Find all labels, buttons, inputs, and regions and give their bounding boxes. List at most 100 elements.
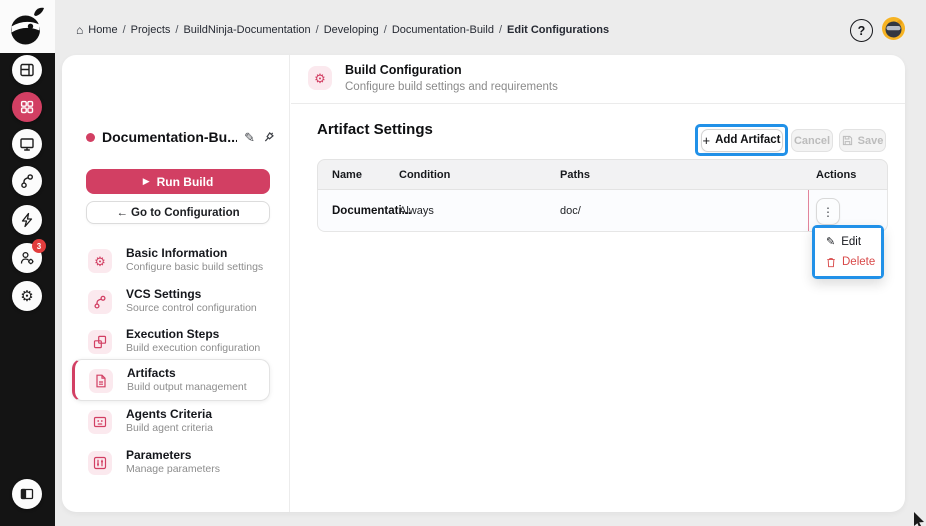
add-artifact-button[interactable]: + Add Artifact	[700, 128, 783, 152]
nav-item-vcs-settings[interactable]: VCS Settings Source control configuratio…	[72, 281, 270, 323]
rail-dashboard-button[interactable]	[12, 55, 42, 85]
rail-projects-button[interactable]	[12, 92, 42, 122]
logo-area	[0, 0, 55, 53]
rail-collapse-button[interactable]	[12, 479, 42, 509]
icon-rail: 3 ⚙	[0, 0, 55, 526]
user-gear-icon	[20, 251, 34, 265]
breadcrumb-home[interactable]: Home	[88, 24, 117, 36]
artifacts-chip	[89, 369, 113, 393]
nav-desc: Manage parameters	[126, 463, 220, 475]
nav-item-parameters[interactable]: Parameters Manage parameters	[72, 442, 270, 484]
execution-steps-chip	[88, 330, 112, 354]
rail-users-button[interactable]: 3	[12, 239, 46, 273]
vcs-settings-chip	[88, 290, 112, 314]
config-sidebar: Documentation-Bu... ✎ ▶ Run Build ← Go t…	[62, 55, 290, 512]
pin-icon[interactable]	[262, 130, 276, 144]
save-floppy-icon	[842, 135, 852, 146]
lightning-icon	[21, 212, 33, 228]
add-artifact-label: Add Artifact	[715, 134, 781, 146]
table-header: Name Condition Paths Actions	[317, 159, 888, 190]
column-header-actions: Actions	[816, 169, 857, 181]
edit-pencil-icon: ✎	[826, 235, 836, 248]
dashboard-icon	[20, 63, 34, 77]
run-build-button[interactable]: ▶ Run Build	[86, 169, 270, 194]
plus-icon: +	[702, 132, 711, 148]
header-divider	[291, 103, 905, 104]
cancel-label: Cancel	[793, 134, 831, 147]
nav-desc: Build execution configuration	[126, 342, 261, 354]
page-subtitle: Configure build settings and requirement…	[345, 81, 558, 93]
play-icon: ▶	[142, 176, 150, 186]
git-branch-icon	[21, 174, 34, 189]
page-title: Build Configuration	[345, 63, 462, 77]
breadcrumb-separator: /	[122, 24, 126, 36]
row-actions-menu-button[interactable]: ⋮	[816, 198, 840, 225]
section-title: Artifact Settings	[317, 121, 433, 138]
breadcrumb-developing[interactable]: Developing	[324, 24, 379, 36]
nav-item-basic-information[interactable]: ⚙ Basic Information Configure basic buil…	[72, 240, 270, 282]
column-header-paths: Paths	[560, 169, 590, 181]
breadcrumb-projects[interactable]: Projects	[131, 24, 171, 36]
artifacts-table: Name Condition Paths Actions Documentati…	[317, 159, 888, 232]
breadcrumb: ⌂ Home / Projects / BuildNinja-Documenta…	[76, 24, 609, 36]
cancel-button[interactable]: Cancel	[791, 129, 833, 152]
cell-artifact-paths: doc/	[560, 205, 581, 217]
app-logo-ninja-icon[interactable]	[8, 6, 46, 48]
gear-icon: ⚙	[20, 287, 34, 305]
home-icon: ⌂	[76, 23, 84, 37]
build-configuration-chip: ⚙	[308, 66, 332, 90]
gear-icon: ⚙	[314, 70, 326, 86]
save-label: Save	[857, 134, 884, 147]
build-configuration-name: Documentation-Bu...	[102, 129, 238, 145]
trash-icon	[827, 257, 835, 267]
edit-label: Edit	[841, 236, 862, 248]
delete-label: Delete	[842, 256, 876, 268]
breadcrumb-separator: /	[315, 24, 319, 36]
content-card: Documentation-Bu... ✎ ▶ Run Build ← Go t…	[62, 55, 905, 512]
agent-screen-icon	[93, 416, 107, 428]
cell-artifact-condition: Always	[399, 205, 434, 217]
rail-settings-button[interactable]: ⚙	[12, 281, 42, 311]
monitor-icon	[20, 138, 34, 151]
rail-builds-button[interactable]	[12, 205, 42, 235]
nav-label: Basic Information	[126, 246, 228, 260]
column-header-condition: Condition	[399, 169, 451, 181]
nav-desc: Configure basic build settings	[126, 261, 264, 273]
breadcrumb-edit-configurations[interactable]: Edit Configurations	[507, 24, 609, 36]
projects-grid-icon	[20, 100, 34, 114]
status-dot	[86, 132, 95, 142]
breadcrumb-buildninja-documentation[interactable]: BuildNinja-Documentation	[183, 24, 310, 36]
save-button[interactable]: Save	[839, 129, 886, 152]
nav-item-execution-steps[interactable]: Execution Steps Build execution configur…	[72, 321, 270, 363]
run-build-label: Run Build	[156, 174, 214, 189]
user-avatar[interactable]	[880, 15, 907, 42]
rail-changes-button[interactable]	[12, 166, 42, 196]
app-root: 3 ⚙ ⌂ Home / Projects / BuildNinja-Docum…	[0, 0, 926, 526]
nav-item-agents-criteria[interactable]: Agents Criteria Build agent criteria	[72, 401, 270, 443]
nav-label: Execution Steps	[126, 327, 220, 341]
collapse-panel-icon	[20, 488, 34, 500]
go-to-configuration-label: ← Go to Configuration	[116, 206, 240, 219]
help-button[interactable]: ?	[850, 19, 873, 42]
edit-name-pencil-icon[interactable]: ✎	[244, 131, 255, 144]
row-accent-line	[808, 190, 809, 231]
build-title-row: Documentation-Bu... ✎	[86, 127, 276, 147]
steps-bricks-icon	[93, 335, 107, 349]
mouse-cursor	[914, 512, 924, 526]
nav-label: VCS Settings	[126, 287, 202, 301]
rail-agents-button[interactable]	[12, 129, 42, 159]
column-header-name: Name	[332, 169, 362, 181]
parameters-chip	[88, 451, 112, 475]
nav-label: Agents Criteria	[126, 407, 213, 421]
go-to-configuration-button[interactable]: ← Go to Configuration	[86, 201, 270, 224]
nav-label: Parameters	[126, 448, 192, 462]
document-icon	[96, 374, 106, 388]
nav-item-artifacts[interactable]: Artifacts Build output management	[72, 359, 270, 401]
breadcrumb-documentation-build[interactable]: Documentation-Build	[392, 24, 494, 36]
nav-label: Artifacts	[127, 366, 176, 380]
menu-item-delete[interactable]: Delete	[815, 256, 881, 268]
nav-desc: Build output management	[127, 381, 247, 393]
main-content: ⚙ Build Configuration Configure build se…	[291, 55, 905, 512]
menu-item-edit[interactable]: ✎ Edit	[815, 236, 881, 248]
notification-badge: 3	[32, 239, 46, 253]
